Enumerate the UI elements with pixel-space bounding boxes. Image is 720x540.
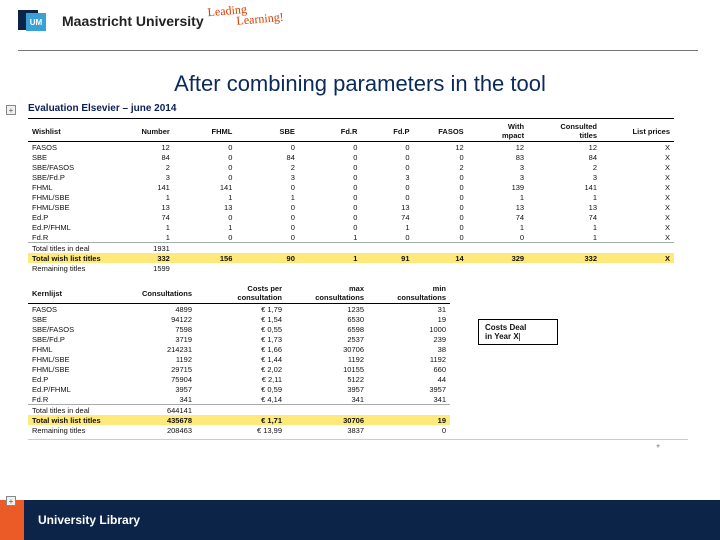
- table-row: Ed.P/FHML3957€ 0,5939573957: [28, 384, 450, 394]
- header: UM Maastricht University Leading Learnin…: [0, 0, 720, 57]
- row-remaining: Remaining titles 1599: [28, 263, 674, 273]
- col-fdp: Fd.P: [361, 121, 413, 142]
- col-fhml: FHML: [174, 121, 237, 142]
- row-total-wishlist: Total wish list titles 332 156 90 1 91 1…: [28, 253, 674, 263]
- krow-total-wishlist: Total wish list titles 435678 € 1,71 307…: [28, 415, 450, 425]
- expand-region-button-bottom[interactable]: +: [6, 496, 16, 506]
- col-sbe: SBE: [236, 121, 299, 142]
- logo-row: UM Maastricht University: [18, 10, 702, 32]
- kcol-kernlijst: Kernlijst: [28, 283, 106, 304]
- table-row: SBE94122€ 1,54653019: [28, 314, 450, 324]
- table-row: SBE/Fd.P30303033X: [28, 172, 674, 182]
- kernlijst-table: Kernlijst Consultations Costs perconsult…: [28, 283, 450, 435]
- footnote-marker-icon: *: [656, 443, 660, 454]
- table-row: FASOS4899€ 1,79123531: [28, 304, 450, 315]
- col-number: Number: [109, 121, 174, 142]
- table-row: Fd.R341€ 4,14341341: [28, 394, 450, 405]
- table-row: FASOS120000121212X: [28, 142, 674, 153]
- col-impact: Withmpact: [468, 121, 528, 142]
- col-fdr: Fd.R: [299, 121, 362, 142]
- krow-total-deal: Total titles in deal 644141: [28, 405, 450, 416]
- footer-accent: [0, 500, 24, 540]
- krow-remaining: Remaining titles 208463 € 13,99 3837 0: [28, 425, 450, 435]
- table-row: FHML/SBE29715€ 2,0210155660: [28, 364, 450, 374]
- kcol-min: minconsultations: [368, 283, 450, 304]
- content-area: + Evaluation Elsevier – june 2014 Wishli…: [0, 103, 720, 500]
- table-row: Ed.P75904€ 2,11512244: [28, 374, 450, 384]
- bottom-divider: [28, 439, 688, 440]
- page-title: After combining parameters in the tool: [0, 57, 720, 103]
- footer-bar: University Library: [0, 500, 720, 540]
- table-row: Ed.P740007407474X: [28, 212, 674, 222]
- col-fasos: FASOS: [414, 121, 468, 142]
- wishlist-header-row: Wishlist Number FHML SBE Fd.R Fd.P FASOS…: [28, 121, 674, 142]
- wishlist-table: Wishlist Number FHML SBE Fd.R Fd.P FASOS…: [28, 121, 674, 273]
- table-row: FHML/SBE1192€ 1,4411921192: [28, 354, 450, 364]
- col-wishlist: Wishlist: [28, 121, 109, 142]
- kcol-consultations: Consultations: [106, 283, 196, 304]
- evaluation-title: Evaluation Elsevier – june 2014: [28, 103, 176, 117]
- row-total-deal: Total titles in deal 1931: [28, 243, 674, 254]
- table-row: SBE/Fd.P3719€ 1,732537239: [28, 334, 450, 344]
- costs-deal-l2: in Year X: [485, 332, 519, 341]
- table-row: SBE/FASOS7598€ 0,5565981000: [28, 324, 450, 334]
- header-divider: [18, 50, 698, 51]
- spreadsheet-embed: Evaluation Elsevier – june 2014 Wishlist…: [28, 103, 698, 440]
- table-row: FHML1411410000139141X: [28, 182, 674, 192]
- brand-name: Maastricht University: [62, 13, 204, 29]
- slide: UM Maastricht University Leading Learnin…: [0, 0, 720, 540]
- col-listprices: List prices: [601, 121, 674, 142]
- kernlijst-section: Kernlijst Consultations Costs perconsult…: [28, 283, 698, 435]
- table-row: SBE840840008384X: [28, 152, 674, 162]
- costs-deal-l1: Costs Deal: [485, 323, 526, 332]
- table-row: Ed.P/FHML11001011X: [28, 222, 674, 232]
- um-logo-icon: UM: [18, 10, 52, 32]
- expand-region-button[interactable]: +: [6, 105, 16, 115]
- kcol-cpc: Costs perconsultation: [196, 283, 286, 304]
- table-row: FHML/SBE1313001301313X: [28, 202, 674, 212]
- um-logo-letters: UM: [26, 13, 46, 31]
- kernlijst-header-row: Kernlijst Consultations Costs perconsult…: [28, 283, 450, 304]
- col-consulted: Consultedtitles: [528, 121, 601, 142]
- kcol-max: maxconsultations: [286, 283, 368, 304]
- table-row: FHML/SBE11100011X: [28, 192, 674, 202]
- text-cursor-icon: [519, 333, 520, 341]
- footer-label: University Library: [24, 500, 720, 540]
- table-row: SBE/FASOS20200232X: [28, 162, 674, 172]
- table-row: Fd.R10010001X: [28, 232, 674, 243]
- title-underline: [28, 118, 674, 119]
- table-row: FHML214231€ 1,663070638: [28, 344, 450, 354]
- costs-deal-box: Costs Deal in Year X: [478, 319, 558, 345]
